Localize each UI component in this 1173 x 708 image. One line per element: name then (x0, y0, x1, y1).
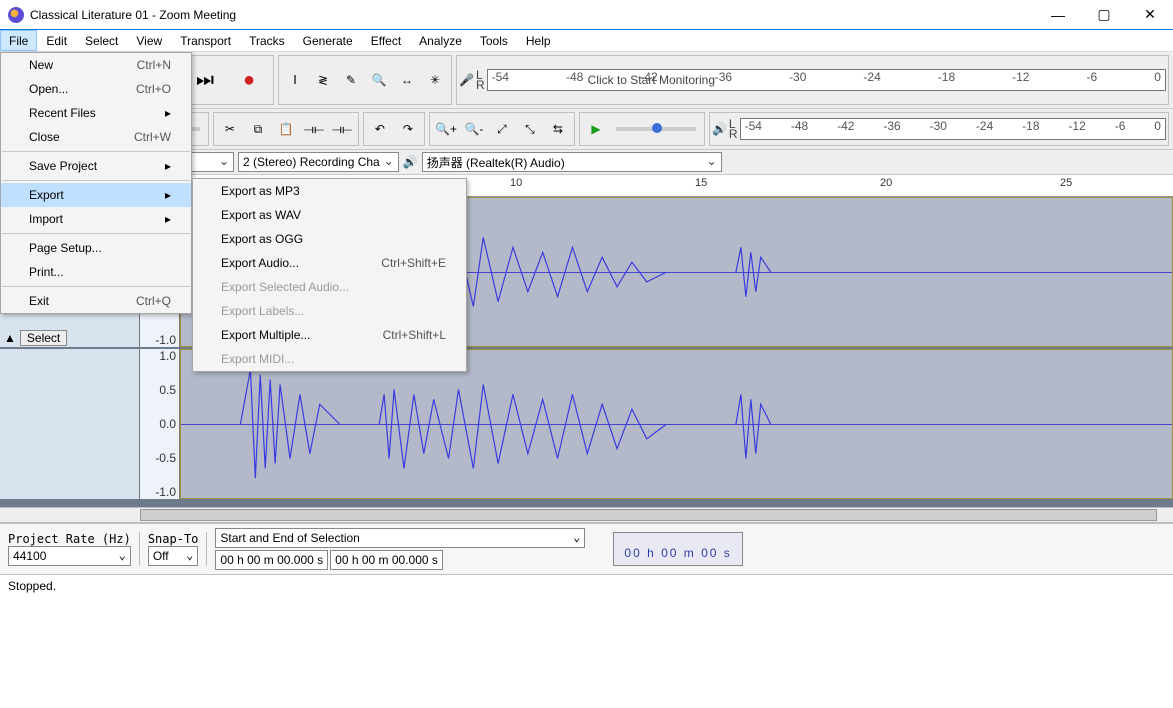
titlebar: Classical Literature 01 - Zoom Meeting ―… (0, 0, 1173, 30)
menu-file[interactable]: File (0, 30, 37, 51)
playback-meter[interactable]: 🔊 LR -54-48-42-36-30-24-18-12-60 (709, 112, 1169, 146)
selection-tool-icon[interactable]: Ⅰ (281, 66, 309, 94)
menu-select[interactable]: Select (76, 30, 127, 51)
project-rate-combo[interactable]: 44100 (8, 546, 131, 566)
menubar: FileEditSelectViewTransportTracksGenerat… (0, 30, 1173, 52)
menu-transport[interactable]: Transport (171, 30, 240, 51)
timeshift-tool-icon[interactable]: ↔ (393, 66, 421, 94)
edit-toolbar: ✂ ⧉ 📋 ⟞⟝ ⟞⟝ (213, 112, 359, 146)
draw-tool-icon[interactable]: ✎ (337, 66, 365, 94)
multi-tool-icon[interactable]: ✳ (421, 66, 449, 94)
menu-edit[interactable]: Edit (37, 30, 76, 51)
record-meter[interactable]: 🎤 LR -54-48-42-36-30-24-18-12-60 Click t… (456, 55, 1169, 105)
file-menu-dropdown: NewCtrl+NOpen...Ctrl+ORecent Files▸Close… (0, 52, 192, 314)
menu-item-page-setup[interactable]: Page Setup... (1, 236, 191, 260)
menu-item-export-as-wav[interactable]: Export as WAV (193, 203, 466, 227)
project-rate-label: Project Rate (Hz) (8, 532, 131, 546)
monitor-message[interactable]: Click to Start Monitoring (588, 73, 715, 87)
trim-icon[interactable]: ⟞⟝ (300, 115, 328, 143)
envelope-tool-icon[interactable]: ≷ (309, 66, 337, 94)
audio-position-display: 00 h 00 m 00 s (613, 532, 742, 566)
menu-item-export-audio[interactable]: Export Audio...Ctrl+Shift+E (193, 251, 466, 275)
menu-item-export-multiple[interactable]: Export Multiple...Ctrl+Shift+L (193, 323, 466, 347)
collapse-icon[interactable]: ▲ (4, 331, 16, 345)
zoom-in-icon[interactable]: 🔍+ (432, 115, 460, 143)
vertical-scale: 1.00.50.0-0.5-1.0 (140, 349, 180, 499)
record-button[interactable]: ● (227, 58, 271, 102)
menu-item-recent-files[interactable]: Recent Files▸ (1, 101, 191, 125)
menu-view[interactable]: View (127, 30, 171, 51)
play-speed-slider[interactable] (616, 127, 696, 131)
zoom-toolbar: 🔍+ 🔍- ⤢ ⤡ ⇆ (429, 112, 575, 146)
status-text: Stopped. (8, 579, 56, 593)
menu-item-export-as-mp3[interactable]: Export as MP3 (193, 179, 466, 203)
undo-toolbar: ↶ ↷ (363, 112, 425, 146)
redo-icon[interactable]: ↷ (394, 115, 422, 143)
snap-to-label: Snap-To (148, 532, 199, 546)
app-icon (8, 7, 24, 23)
playatspeed-toolbar: ▶ (579, 112, 705, 146)
maximize-button[interactable]: ▢ (1081, 0, 1127, 30)
window-title: Classical Literature 01 - Zoom Meeting (30, 8, 236, 22)
menu-effect[interactable]: Effect (362, 30, 410, 51)
cut-icon[interactable]: ✂ (216, 115, 244, 143)
menu-item-export-midi: Export MIDI... (193, 347, 466, 371)
track-control-panel[interactable] (0, 349, 140, 499)
fit-selection-icon[interactable]: ⤢ (488, 115, 516, 143)
menu-item-open[interactable]: Open...Ctrl+O (1, 77, 191, 101)
undo-icon[interactable]: ↶ (366, 115, 394, 143)
select-track-button[interactable]: Select (20, 330, 67, 346)
menu-generate[interactable]: Generate (294, 30, 362, 51)
recording-channels-combo[interactable]: 2 (Stereo) Recording Cha (238, 152, 399, 172)
statusbar: Stopped. (0, 574, 1173, 596)
menu-item-export[interactable]: Export▸ (1, 183, 191, 207)
selection-mode-combo[interactable]: Start and End of Selection (215, 528, 585, 548)
menu-tracks[interactable]: Tracks (240, 30, 294, 51)
silence-icon[interactable]: ⟞⟝ (328, 115, 356, 143)
paste-icon[interactable]: 📋 (272, 115, 300, 143)
zoom-toggle-icon[interactable]: ⇆ (544, 115, 572, 143)
selection-start-field[interactable]: 00 h 00 m 00.000 s (215, 550, 328, 570)
export-submenu: Export as MP3Export as WAVExport as OGGE… (192, 178, 467, 372)
menu-item-export-as-ogg[interactable]: Export as OGG (193, 227, 466, 251)
horizontal-scrollbar[interactable] (0, 507, 1173, 523)
copy-icon[interactable]: ⧉ (244, 115, 272, 143)
menu-item-print[interactable]: Print... (1, 260, 191, 284)
playback-device-combo[interactable]: 扬声器 (Realtek(R) Audio) (422, 152, 722, 172)
mic-icon: 🎤 (459, 73, 474, 87)
tools-toolbar: Ⅰ ≷ ✎ 🔍 ↔ ✳ (278, 55, 452, 105)
menu-item-import[interactable]: Import▸ (1, 207, 191, 231)
menu-item-export-labels: Export Labels... (193, 299, 466, 323)
menu-item-new[interactable]: NewCtrl+N (1, 53, 191, 77)
menu-item-exit[interactable]: ExitCtrl+Q (1, 289, 191, 313)
menu-item-close[interactable]: CloseCtrl+W (1, 125, 191, 149)
close-button[interactable]: ✕ (1127, 0, 1173, 30)
menu-item-save-project[interactable]: Save Project▸ (1, 154, 191, 178)
zoom-tool-icon[interactable]: 🔍 (365, 66, 393, 94)
selection-end-field[interactable]: 00 h 00 m 00.000 s (330, 550, 443, 570)
snap-to-combo[interactable]: Off (148, 546, 199, 566)
menu-tools[interactable]: Tools (471, 30, 517, 51)
menu-analyze[interactable]: Analyze (410, 30, 471, 51)
minimize-button[interactable]: ― (1035, 0, 1081, 30)
menu-help[interactable]: Help (517, 30, 560, 51)
speaker-icon: 🔊 (712, 122, 727, 136)
fit-project-icon[interactable]: ⤡ (516, 115, 544, 143)
speaker-icon: 🔊 (403, 155, 418, 169)
zoom-out-icon[interactable]: 🔍- (460, 115, 488, 143)
menu-item-export-selected-audio: Export Selected Audio... (193, 275, 466, 299)
selection-toolbar: Project Rate (Hz) 44100 Snap-To Off Star… (0, 523, 1173, 574)
play-at-speed-icon[interactable]: ▶ (582, 115, 610, 143)
